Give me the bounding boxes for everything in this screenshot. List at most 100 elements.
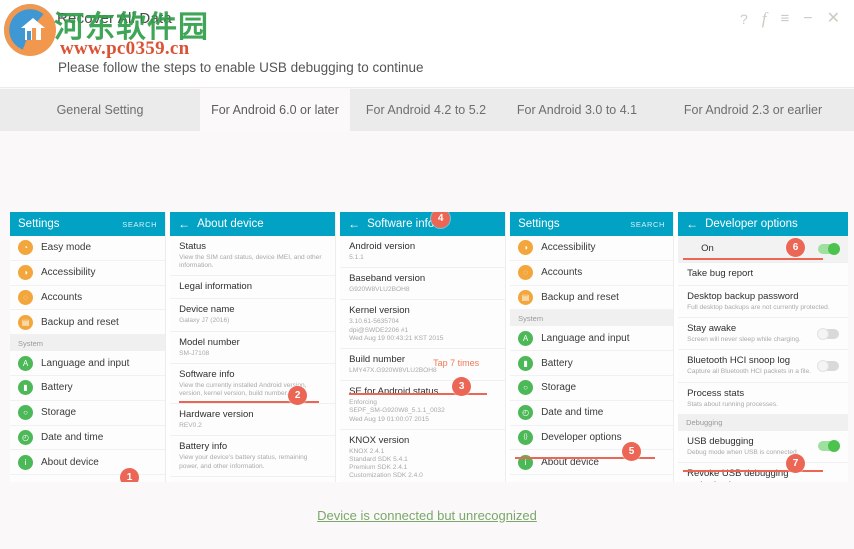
list-item-title: Take bug report <box>687 268 754 279</box>
menu-icon[interactable]: ≡ <box>780 11 789 26</box>
screenshot-panels: Settings SEARCH ◔ Easy mode ◑ Accessibil… <box>10 212 848 482</box>
bluetooth-hci-snoop-log-toggle[interactable] <box>817 360 839 372</box>
list-item[interactable]: SE for Android status Enforcing SEPF_SM-… <box>340 381 506 430</box>
list-item-title: Legal information <box>179 281 252 293</box>
usb-debugging-toggle[interactable] <box>818 440 840 453</box>
list-item[interactable]: Hardware version REV0.2 <box>170 404 336 437</box>
backup-reset-icon: ▤ <box>518 289 534 305</box>
panel4-search-label[interactable]: SEARCH <box>630 220 665 229</box>
list-item-desc: REV0.2 <box>179 422 202 430</box>
help-icon[interactable]: ? <box>740 12 748 26</box>
panel1-search-label[interactable]: SEARCH <box>122 220 157 229</box>
back-arrow-icon[interactable]: ← <box>348 217 360 231</box>
tab-android-6-or-later[interactable]: For Android 6.0 or later <box>200 89 350 131</box>
list-item-about-device[interactable]: i About device <box>10 450 166 476</box>
list-item-title: KNOX version <box>349 434 410 446</box>
list-item-title: USB debugging <box>687 435 754 447</box>
window-controls: ? f ≡ − ✕ <box>740 10 840 27</box>
back-arrow-icon[interactable]: ← <box>178 217 190 231</box>
list-item[interactable]: ◴ Date and time <box>10 426 166 451</box>
list-item[interactable]: Legal information <box>170 276 336 300</box>
list-item[interactable]: ▤ Backup and reset <box>510 286 674 311</box>
list-item[interactable]: ◑ Accessibility <box>10 261 166 286</box>
list-item-software-info[interactable]: Software info View the currently install… <box>170 364 336 405</box>
list-item-label: About device <box>41 456 99 468</box>
step-badge-3: 3 <box>452 377 472 396</box>
accessibility-icon: ◑ <box>18 265 33 281</box>
list-item[interactable]: ○ Storage <box>510 376 674 401</box>
list-item[interactable]: Battery info View your device's battery … <box>170 436 336 477</box>
list-item-desc: LMY47X.G920W8VLU2BOH8 <box>349 367 437 375</box>
panel5-header: ← Developer options <box>678 212 848 236</box>
list-item[interactable]: Android version 5.1.1 <box>340 236 506 269</box>
developer-options-toggle[interactable] <box>818 243 840 255</box>
list-item[interactable]: i About device <box>510 450 674 476</box>
tab-android-4-2-to-5-2[interactable]: For Android 4.2 to 5.2 <box>350 89 502 131</box>
list-item[interactable]: A Language and input <box>10 351 166 376</box>
list-item-desc: View the SIM card status, device IMEI, a… <box>179 254 322 270</box>
date-time-icon: ◴ <box>518 405 534 421</box>
close-icon[interactable]: ✕ <box>827 10 840 27</box>
list-item[interactable]: ○ Storage <box>10 401 166 426</box>
list-item[interactable]: Process stats Stats about running proces… <box>678 383 848 415</box>
step-indicator: 1 2 3 4 5 <box>0 131 854 302</box>
logo-house-icon <box>21 18 45 40</box>
list-item-build-number[interactable]: Build number LMY47X.G920W8VLU2BOH8 <box>340 349 506 382</box>
panel-developer-options-5: ← Developer options On Take bug report D… <box>678 212 848 482</box>
list-item-developer-options[interactable]: {} Developer options <box>510 426 674 451</box>
list-item-title: Baseband version <box>349 273 426 285</box>
panel1-title: Settings <box>18 218 60 230</box>
list-item[interactable]: Revoke USB debugging authorizations <box>678 463 848 482</box>
panel5-title: Developer options <box>705 218 798 230</box>
accessibility-icon: ◑ <box>518 240 534 256</box>
easy-mode-icon: ◔ <box>18 240 33 256</box>
panel2-header: ← About device <box>170 212 336 236</box>
language-input-icon: A <box>518 330 534 346</box>
panel4-title: Settings <box>518 218 560 230</box>
list-item-title: Battery info <box>179 441 228 453</box>
app-logo-icon <box>4 4 56 56</box>
panel-about-device-2: ← About device Status View the SIM card … <box>170 212 337 482</box>
list-item-title: Hardware version <box>179 409 254 421</box>
accounts-icon: ◌ <box>18 289 33 305</box>
list-item[interactable]: ▮ Battery <box>510 351 674 376</box>
list-item[interactable]: Bluetooth HCI snoop log Capture all Blue… <box>678 350 848 383</box>
list-item-title: Desktop backup password <box>687 291 799 302</box>
list-item[interactable]: ▮ Battery <box>10 376 166 401</box>
list-item[interactable]: Stay awake Screen will never sleep while… <box>678 318 848 351</box>
minimize-icon[interactable]: − <box>803 10 812 27</box>
device-unrecognized-link[interactable]: Device is connected but unrecognized <box>317 508 537 523</box>
list-item[interactable]: ◌ Accounts <box>10 286 166 311</box>
back-arrow-icon[interactable]: ← <box>686 217 698 231</box>
list-item[interactable]: Status View the SIM card status, device … <box>170 236 336 277</box>
list-item-label: Backup and reset <box>41 316 119 328</box>
list-item[interactable]: Baseband version G920W8VLU2BOH8 <box>340 268 506 301</box>
list-item-label: Storage <box>541 382 577 394</box>
list-item-label: Language and input <box>541 332 630 344</box>
list-item[interactable]: KNOX version KNOX 2.4.1 Standard SDK 5.4… <box>340 430 505 482</box>
list-item[interactable]: ◔ Easy mode <box>10 236 166 261</box>
list-item[interactable]: ◑ Accessibility <box>510 236 674 261</box>
list-item[interactable]: Kernel version 3.10.61-5635704 dpi@SWDE2… <box>340 300 506 350</box>
date-time-icon: ◴ <box>18 429 33 445</box>
list-item[interactable]: ◴ Date and time <box>510 401 674 426</box>
stay-awake-toggle[interactable] <box>817 327 839 340</box>
list-item[interactable]: A Language and input <box>510 326 674 352</box>
facebook-icon[interactable]: f <box>762 10 767 27</box>
tab-android-2-3-or-earlier[interactable]: For Android 2.3 or earlier <box>652 89 854 131</box>
tab-android-3-0-to-4-1[interactable]: For Android 3.0 to 4.1 <box>502 89 652 131</box>
tab-general-setting[interactable]: General Setting <box>0 89 200 131</box>
panel2-body: Status View the SIM card status, device … <box>170 236 336 482</box>
list-item[interactable]: Take bug report <box>678 263 848 286</box>
step-badge-2: 2 <box>288 386 308 405</box>
list-item[interactable]: ▤ Backup and reset <box>10 310 166 336</box>
app-window: Recover All Data 河东软件园 www.pc0359.cn Ple… <box>0 0 854 549</box>
developer-options-icon: {} <box>518 429 534 445</box>
panel5-body: On Take bug report Desktop backup passwo… <box>678 236 848 482</box>
list-item[interactable]: ◌ Accounts <box>510 261 674 286</box>
list-item[interactable]: Model number SM-J7108 <box>170 332 336 364</box>
title-bar: Recover All Data 河东软件园 www.pc0359.cn Ple… <box>0 0 854 88</box>
list-item[interactable]: Desktop backup password Full desktop bac… <box>678 286 848 319</box>
list-item-usb-debugging[interactable]: USB debugging Debug mode when USB is con… <box>678 431 848 464</box>
list-item[interactable]: Device name Galaxy J7 (2016) <box>170 299 336 332</box>
